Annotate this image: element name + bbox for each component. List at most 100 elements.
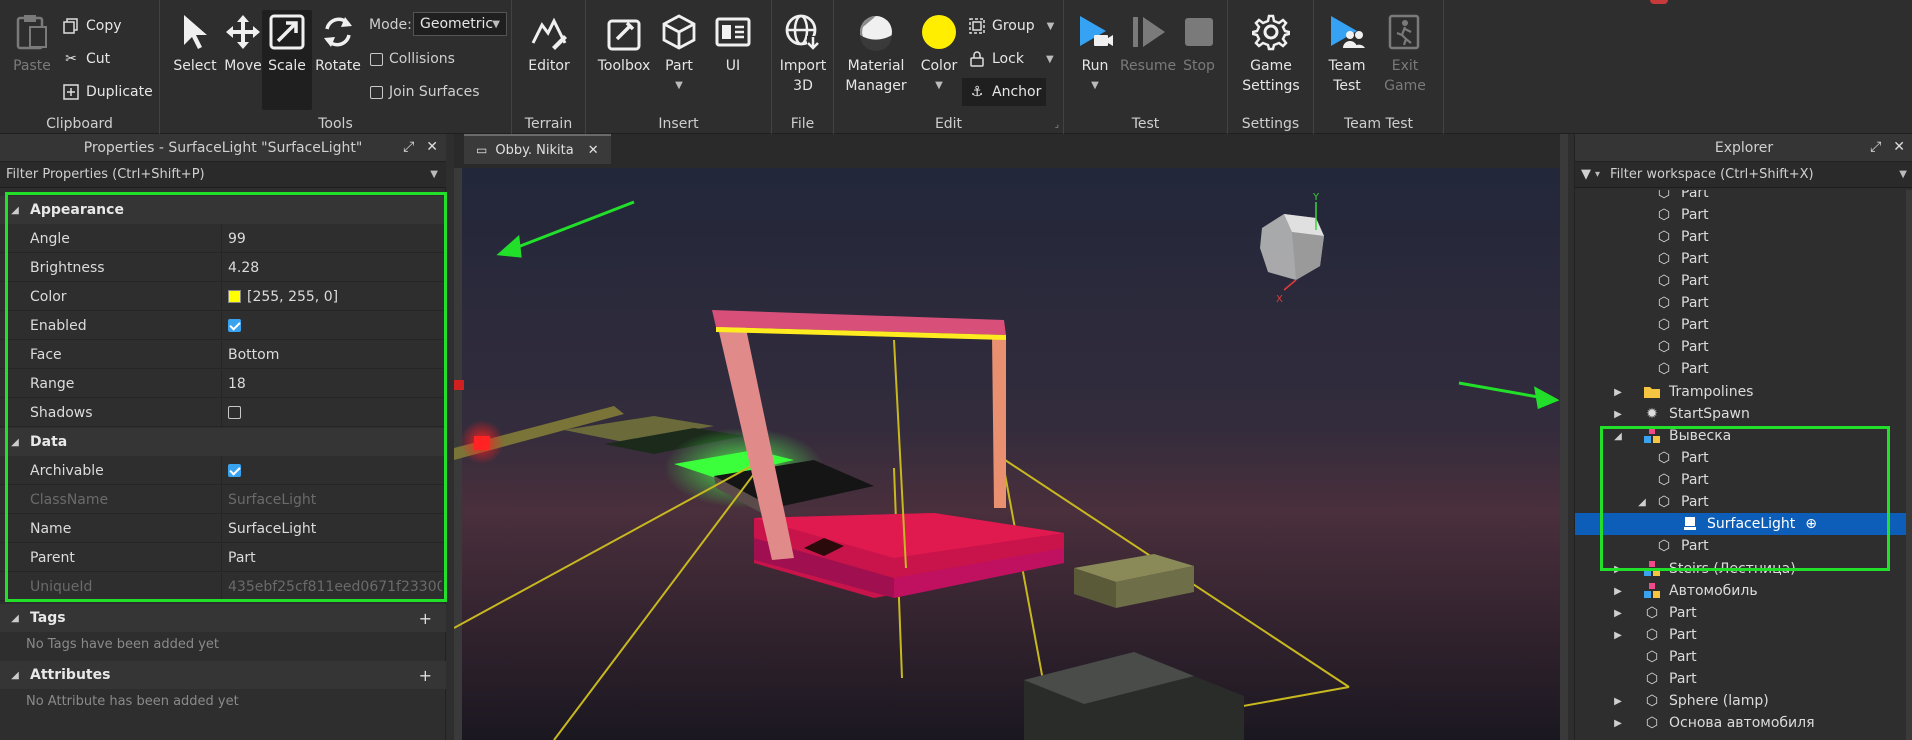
collapse-arrow-icon[interactable]: ◢ [1635, 497, 1649, 508]
prop-value[interactable] [222, 319, 241, 332]
chevron-down-icon[interactable]: ▼ [1899, 169, 1907, 180]
expand-arrow-icon[interactable]: ▶ [1611, 564, 1625, 575]
prop-row-brightness[interactable]: Brightness 4.28 [0, 254, 446, 282]
tree-item-part[interactable]: ⬡ Part [1575, 646, 1912, 668]
close-icon[interactable]: ✕ [1893, 139, 1905, 155]
tree-item-part[interactable]: ⬡ Part [1575, 314, 1912, 336]
expand-arrow-icon[interactable]: ▶ [1611, 718, 1625, 729]
tree-item-steirs[interactable]: ▶ Steirs (Лестница) [1575, 558, 1912, 580]
tree-item-avtomobil[interactable]: ▶ Автомобиль [1575, 580, 1912, 602]
tree-item-trampolines[interactable]: ▶ Trampolines [1575, 381, 1912, 403]
tree-item-sphere-lamp[interactable]: ▶ ⬡ Sphere (lamp) [1575, 690, 1912, 712]
run-button[interactable]: Run ▼ [1070, 10, 1120, 96]
tree-item-startspawn[interactable]: ▶ ✹ StartSpawn [1575, 403, 1912, 425]
expand-arrow-icon[interactable]: ▶ [1611, 387, 1625, 398]
tree-item-part[interactable]: ⬡ Part [1575, 204, 1912, 226]
prop-row-parent[interactable]: Parent Part [0, 544, 446, 572]
prop-value[interactable]: [255, 255, 0] [222, 289, 338, 305]
prop-value[interactable]: 99 [222, 231, 246, 247]
import-3d-button[interactable]: Import 3D [778, 10, 828, 96]
add-child-icon[interactable]: ⊕ [1805, 516, 1817, 532]
paste-button[interactable]: Paste [10, 10, 54, 76]
archivable-checkbox[interactable] [228, 464, 241, 477]
prop-value[interactable]: 18 [222, 376, 246, 392]
scale-button[interactable]: Scale [262, 10, 312, 110]
viewport-scrollbar[interactable] [1560, 134, 1568, 740]
select-button[interactable]: Select [170, 10, 220, 76]
part-button[interactable]: Part ▼ [654, 10, 704, 96]
prop-value[interactable]: 4.28 [222, 260, 259, 276]
prop-value[interactable]: Part [222, 550, 256, 566]
prop-row-archivable[interactable]: Archivable [0, 457, 446, 485]
tree-item-part[interactable]: ⬡ Part [1575, 248, 1912, 270]
prop-row-enabled[interactable]: Enabled [0, 312, 446, 340]
copy-button[interactable]: Copy [62, 14, 122, 38]
expand-arrow-icon[interactable]: ▶ [1611, 409, 1625, 420]
group-button[interactable]: Group ▼ [968, 14, 1054, 38]
explorer-filter-input[interactable]: ▼ ▾ Filter workspace (Ctrl+Shift+X) ▼ [1575, 162, 1912, 188]
chevron-down-icon[interactable]: ▼ [430, 169, 438, 180]
tree-item-vyveska[interactable]: ◢ Вывеска [1575, 425, 1912, 447]
prop-row-angle[interactable]: Angle 99 [0, 225, 446, 253]
close-icon[interactable]: ✕ [426, 139, 438, 155]
expand-arrow-icon[interactable]: ▶ [1611, 630, 1625, 641]
rotate-button[interactable]: Rotate [310, 10, 366, 76]
properties-filter-input[interactable]: Filter Properties (Ctrl+Shift+P) ▼ [0, 162, 446, 188]
mode-dropdown[interactable]: Geometric ▼ [413, 12, 507, 36]
shadows-checkbox[interactable] [228, 406, 241, 419]
explorer-scrollbar[interactable] [1906, 190, 1912, 740]
tree-item-part[interactable]: ⬡ Part [1575, 447, 1912, 469]
tree-item-part[interactable]: ⬡ Part [1575, 226, 1912, 248]
expand-arrow-icon[interactable]: ▶ [1611, 586, 1625, 597]
prop-row-face[interactable]: Face Bottom [0, 341, 446, 369]
tree-item-part-expanded[interactable]: ◢ ⬡ Part [1575, 491, 1912, 513]
tree-item-part[interactable]: ⬡ Part [1575, 535, 1912, 557]
tree-item-part[interactable]: ⬡ Part [1575, 190, 1912, 204]
ui-button[interactable]: UI [708, 10, 758, 76]
join-surfaces-toggle[interactable]: Join Surfaces [370, 80, 480, 104]
tree-item-surfacelight[interactable]: SurfaceLight ⊕ [1575, 513, 1912, 535]
add-tag-icon[interactable]: + [419, 609, 432, 628]
terrain-editor-button[interactable]: Editor [524, 10, 574, 76]
undock-icon[interactable]: ⤢ [403, 139, 414, 155]
tree-item-part[interactable]: ⬡ Part [1575, 270, 1912, 292]
prop-value[interactable] [222, 464, 241, 477]
prop-row-shadows[interactable]: Shadows [0, 399, 446, 427]
anchor-button[interactable]: ⚓ Anchor [962, 78, 1046, 106]
material-manager-button[interactable]: Material Manager [836, 10, 916, 96]
filter-funnel-icon[interactable]: ▼ [1581, 167, 1591, 182]
exit-game-button[interactable]: Exit Game [1380, 10, 1430, 96]
duplicate-button[interactable]: Duplicate [62, 80, 153, 104]
resume-button[interactable]: Resume [1120, 10, 1176, 76]
color-button[interactable]: Color ▼ [914, 10, 964, 96]
lock-button[interactable]: Lock ▼ [968, 47, 1054, 71]
prop-value[interactable]: SurfaceLight [222, 521, 316, 537]
attributes-section-header[interactable]: ◢ Attributes + [0, 661, 446, 689]
tags-section-header[interactable]: ◢ Tags + [0, 604, 446, 632]
stop-button[interactable]: Stop [1176, 10, 1222, 76]
enabled-checkbox[interactable] [228, 319, 241, 332]
tree-item-part[interactable]: ⬡ Part [1575, 668, 1912, 690]
expand-arrow-icon[interactable]: ▶ [1611, 696, 1625, 707]
expand-arrow-icon[interactable]: ▶ [1611, 608, 1625, 619]
data-section-header[interactable]: ◢ Data [0, 428, 446, 456]
move-button[interactable]: Move [218, 10, 268, 76]
prop-row-range[interactable]: Range 18 [0, 370, 446, 398]
viewport-tab[interactable]: ▭ Obby. Nikita ✕ [464, 134, 611, 164]
tree-item-part[interactable]: ▶ ⬡ Part [1575, 624, 1912, 646]
collisions-checkbox[interactable] [370, 52, 383, 66]
3d-scene[interactable]: Y X [454, 168, 1568, 740]
join-surfaces-checkbox[interactable] [370, 85, 383, 99]
cut-button[interactable]: ✂ Cut [62, 47, 110, 71]
prop-row-color[interactable]: Color [255, 255, 0] [0, 283, 446, 311]
game-settings-button[interactable]: Game Settings [1238, 10, 1304, 96]
tree-item-osnova[interactable]: ▶ ⬡ Основа автомобиля [1575, 712, 1912, 734]
tree-item-part[interactable]: ▶ ⬡ Part [1575, 602, 1912, 624]
team-test-button[interactable]: Team Test [1322, 10, 1372, 96]
close-tab-icon[interactable]: ✕ [588, 143, 599, 158]
add-attribute-icon[interactable]: + [419, 666, 432, 685]
appearance-section-header[interactable]: ◢ Appearance [0, 196, 446, 224]
expand-corner-icon[interactable]: ⌟ [1055, 120, 1059, 130]
tree-item-part[interactable]: ⬡ Part [1575, 336, 1912, 358]
tree-item-part[interactable]: ⬡ Part [1575, 469, 1912, 491]
